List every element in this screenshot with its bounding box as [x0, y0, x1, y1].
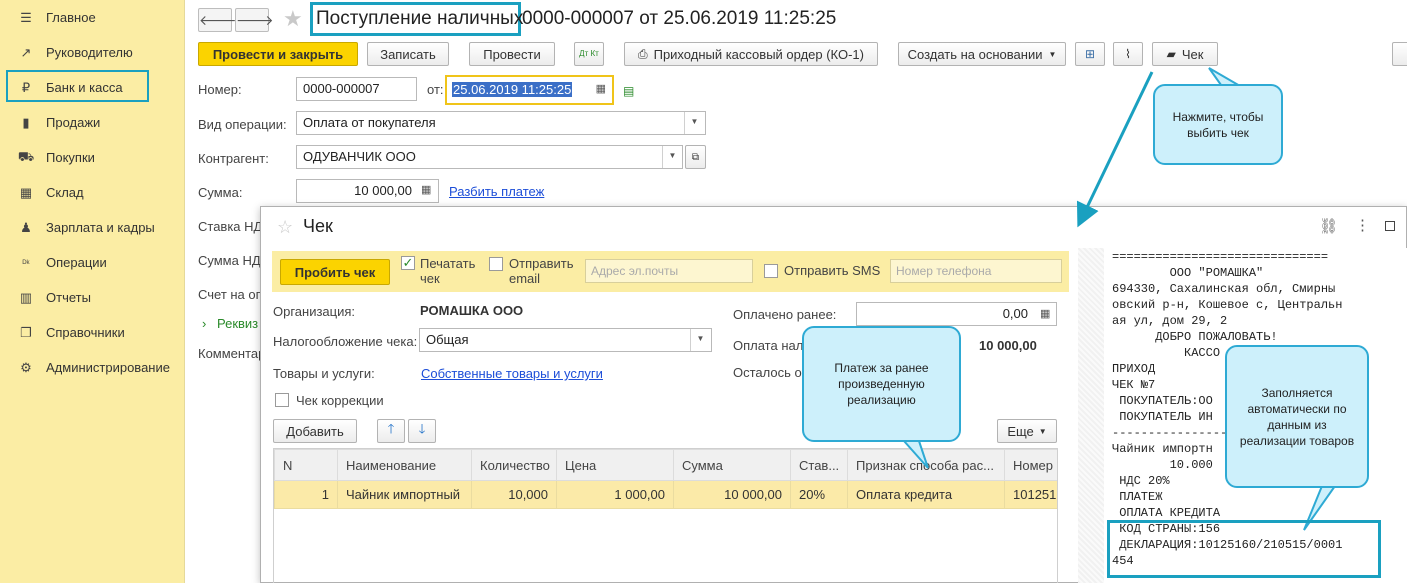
- callout-prior-payment: Платеж за ранее произведенную реализацию: [802, 326, 961, 442]
- callout-auto-fill: Заполняется автоматически по данным из р…: [1225, 345, 1369, 488]
- callout-check-hint: Нажмите, чтобы выбить чек: [1153, 84, 1283, 165]
- check-arrow: [1076, 71, 1154, 228]
- receipt-highlight: [1107, 520, 1381, 578]
